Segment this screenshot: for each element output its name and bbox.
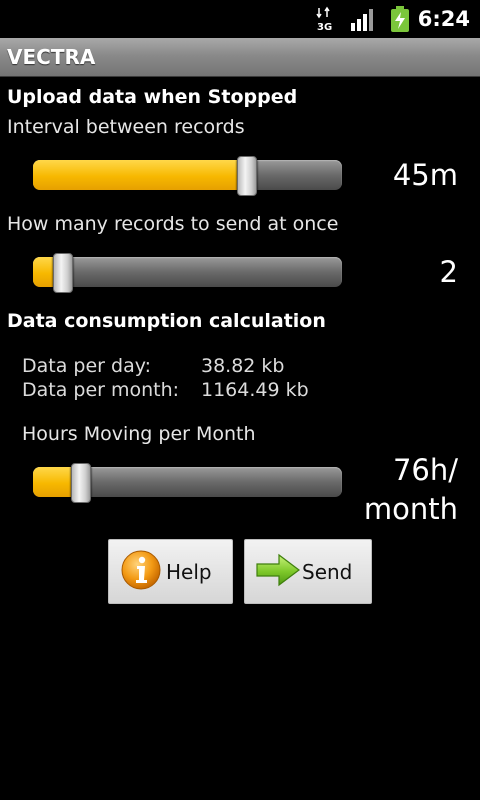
hours-moving-label: Hours Moving per Month [22,423,256,445]
title-bar: VECTRA [0,38,480,77]
interval-slider-thumb[interactable] [237,156,257,196]
interval-value: 45m [392,158,458,192]
records-label: How many records to send at once [7,213,339,235]
data-per-month-value: 1164.49 kb [201,379,309,401]
send-button[interactable]: Send [244,539,372,604]
hours-moving-slider-thumb[interactable] [71,463,91,503]
records-value: 2 [439,255,458,289]
status-bar: 3G 6:24 [0,0,480,38]
upload-heading: Upload data when Stopped [7,86,298,108]
clock: 6:24 [417,7,470,31]
arrow-right-icon [256,553,300,587]
svg-text:3G: 3G [317,22,332,32]
interval-label: Interval between records [7,116,245,138]
hours-moving-value-line1: 76h/ [392,453,458,487]
3g-icon: 3G [316,6,332,32]
help-button[interactable]: Help [108,539,233,604]
interval-slider[interactable] [33,156,342,196]
signal-bars-icon [351,9,373,31]
app-title: VECTRA [7,45,96,69]
data-per-day-label: Data per day: [22,355,151,377]
data-per-month-label: Data per month: [22,379,180,401]
records-slider-thumb[interactable] [53,253,73,293]
records-slider[interactable] [33,253,342,293]
battery-charging-icon [391,6,409,32]
data-per-day-value: 38.82 kb [201,355,285,377]
send-label: Send [302,560,353,584]
hours-moving-value-line2: month [363,492,458,526]
consumption-heading: Data consumption calculation [7,310,326,332]
help-label: Help [166,560,212,584]
info-icon [121,550,161,590]
hours-moving-slider[interactable] [33,463,342,503]
interval-slider-fill [33,160,246,190]
